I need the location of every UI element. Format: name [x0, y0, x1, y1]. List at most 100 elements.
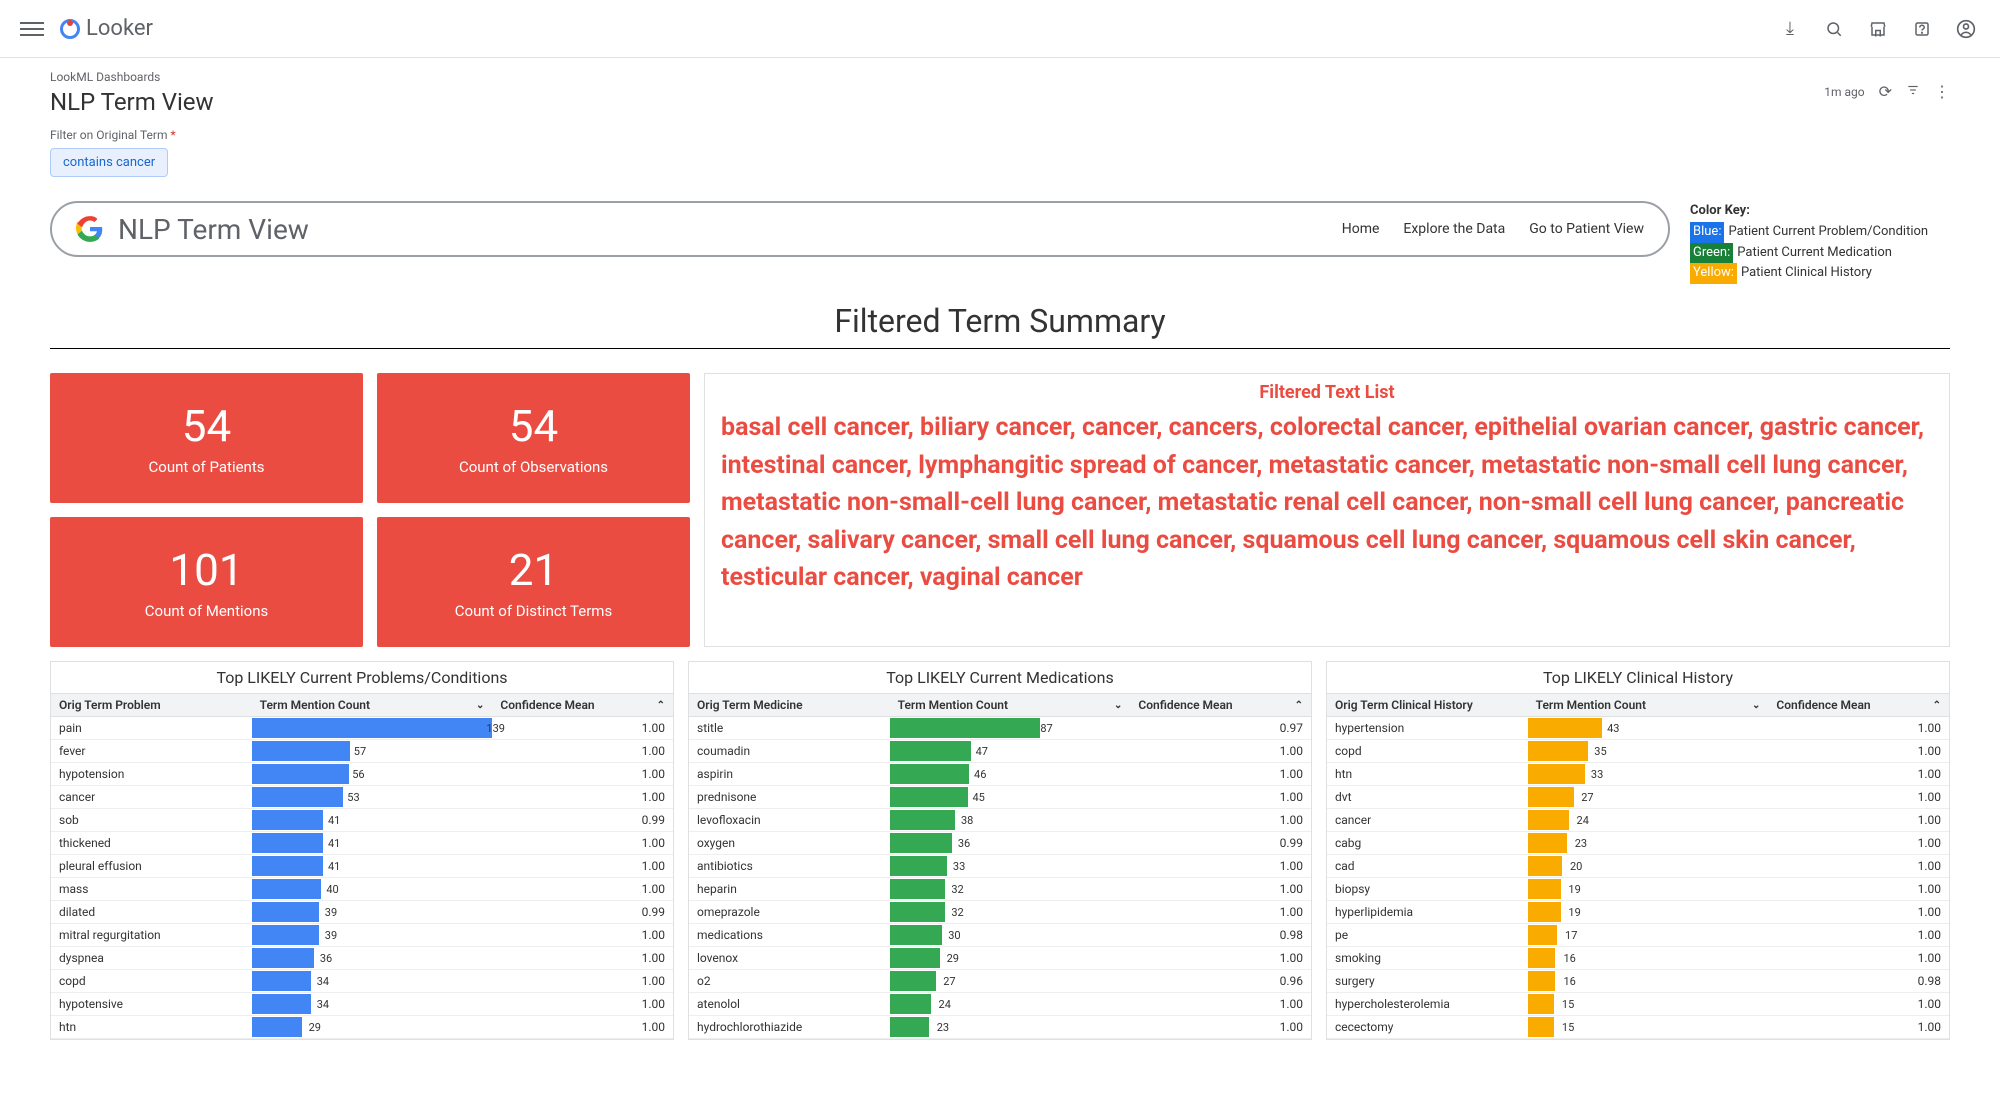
kpi-label: Count of Distinct Terms — [455, 602, 612, 620]
table-row[interactable]: copd351.00 — [1327, 740, 1949, 763]
title-pill: NLP Term View Home Explore the Data Go t… — [50, 201, 1670, 257]
color-key-title: Color Key: — [1690, 201, 1950, 222]
breadcrumb[interactable]: LookML Dashboards — [50, 70, 1824, 84]
help-icon[interactable] — [1908, 15, 1936, 43]
table-row[interactable]: cabg231.00 — [1327, 832, 1949, 855]
cell-conf: 1.00 — [1130, 809, 1311, 831]
table-row[interactable]: dyspnea361.00 — [51, 947, 673, 970]
col-term[interactable]: Orig Term Clinical History — [1327, 694, 1528, 716]
table-row[interactable]: o2270.96 — [689, 970, 1311, 993]
table-row[interactable]: htn331.00 — [1327, 763, 1949, 786]
table-row[interactable]: heparin321.00 — [689, 878, 1311, 901]
link-home[interactable]: Home — [1342, 221, 1380, 237]
table-row[interactable]: medications300.98 — [689, 924, 1311, 947]
col-count[interactable]: Term Mention Count⌄ — [1528, 694, 1769, 716]
table-row[interactable]: thickened411.00 — [51, 832, 673, 855]
nav-links: Home Explore the Data Go to Patient View — [1342, 221, 1644, 237]
table-row[interactable]: sob410.99 — [51, 809, 673, 832]
cell-conf: 1.00 — [492, 924, 673, 946]
table-problems: Top LIKELY Current Problems/ConditionsOr… — [50, 661, 674, 1040]
cell-term: htn — [1327, 763, 1528, 785]
kpi-mentions[interactable]: 101 Count of Mentions — [50, 517, 363, 647]
table-row[interactable]: biopsy191.00 — [1327, 878, 1949, 901]
cell-bar: 17 — [1528, 924, 1769, 946]
table-row[interactable]: cad201.00 — [1327, 855, 1949, 878]
table-row[interactable]: pe171.00 — [1327, 924, 1949, 947]
table-row[interactable]: smoking161.00 — [1327, 947, 1949, 970]
col-term[interactable]: Orig Term Problem — [51, 694, 252, 716]
table-row[interactable]: atenolol241.00 — [689, 993, 1311, 1016]
table-row[interactable]: prednisone451.00 — [689, 786, 1311, 809]
chevron-up-icon: ⌃ — [1933, 700, 1941, 711]
cell-bar: 32 — [890, 878, 1131, 900]
table-row[interactable]: htn291.00 — [51, 1016, 673, 1039]
filter-label: Filter on Original Term * — [50, 128, 1950, 142]
filter-icon[interactable] — [1906, 82, 1920, 101]
cell-conf: 1.00 — [1768, 717, 1949, 739]
kebab-icon[interactable]: ⋮ — [1934, 82, 1950, 101]
kpi-observations[interactable]: 54 Count of Observations — [377, 373, 690, 503]
cell-conf: 1.00 — [492, 763, 673, 785]
table-row[interactable]: cancer241.00 — [1327, 809, 1949, 832]
marketplace-icon[interactable] — [1864, 15, 1892, 43]
table-row[interactable]: cancer531.00 — [51, 786, 673, 809]
link-explore[interactable]: Explore the Data — [1403, 221, 1505, 237]
table-row[interactable]: hypotension561.00 — [51, 763, 673, 786]
cell-bar: 47 — [890, 740, 1131, 762]
table-row[interactable]: dvt271.00 — [1327, 786, 1949, 809]
table-row[interactable]: lovenox291.00 — [689, 947, 1311, 970]
google-icon — [76, 215, 104, 243]
table-row[interactable]: stitle870.97 — [689, 717, 1311, 740]
table-row[interactable]: hypercholesterolemia151.00 — [1327, 993, 1949, 1016]
col-count[interactable]: Term Mention Count⌄ — [890, 694, 1131, 716]
table-row[interactable]: oxygen360.99 — [689, 832, 1311, 855]
table-row[interactable]: aspirin461.00 — [689, 763, 1311, 786]
link-patient[interactable]: Go to Patient View — [1529, 221, 1644, 237]
cell-term: cancer — [51, 786, 252, 808]
cell-term: antibiotics — [689, 855, 890, 877]
table-row[interactable]: hyperlipidemia191.00 — [1327, 901, 1949, 924]
logo[interactable]: Looker — [60, 16, 153, 41]
cell-conf: 0.98 — [1130, 924, 1311, 946]
download-icon[interactable]: ⤓ — [1776, 15, 1804, 43]
search-icon[interactable] — [1820, 15, 1848, 43]
dashboard-header: LookML Dashboards NLP Term View 1m ago ⟳… — [0, 58, 2000, 124]
table-row[interactable]: pain1391.00 — [51, 717, 673, 740]
table-row[interactable]: hypertension431.00 — [1327, 717, 1949, 740]
table-row[interactable]: coumadin471.00 — [689, 740, 1311, 763]
ck-blue-text: Patient Current Problem/Condition — [1728, 222, 1928, 243]
cell-bar: 33 — [890, 855, 1131, 877]
table-row[interactable]: antibiotics331.00 — [689, 855, 1311, 878]
table-row[interactable]: mass401.00 — [51, 878, 673, 901]
table-row[interactable]: fever571.00 — [51, 740, 673, 763]
table-row[interactable]: pleural effusion411.00 — [51, 855, 673, 878]
cell-bar: 38 — [890, 809, 1131, 831]
table-row[interactable]: omeprazole321.00 — [689, 901, 1311, 924]
table-row[interactable]: hypotensive341.00 — [51, 993, 673, 1016]
kpi-value: 54 — [182, 400, 231, 452]
table-row[interactable]: cecectomy151.00 — [1327, 1016, 1949, 1039]
col-conf[interactable]: Confidence Mean⌃ — [1768, 694, 1949, 716]
table-row[interactable]: hydrochlorothiazide231.00 — [689, 1016, 1311, 1039]
filter-chip[interactable]: contains cancer — [50, 148, 168, 177]
table-row[interactable]: surgery160.98 — [1327, 970, 1949, 993]
section-title: Filtered Term Summary — [50, 302, 1950, 340]
table-row[interactable]: mitral regurgitation391.00 — [51, 924, 673, 947]
menu-icon[interactable] — [20, 17, 44, 41]
cell-term: hypertension — [1327, 717, 1528, 739]
table-row[interactable]: levofloxacin381.00 — [689, 809, 1311, 832]
col-conf[interactable]: Confidence Mean⌃ — [492, 694, 673, 716]
col-count[interactable]: Term Mention Count⌄ — [252, 694, 493, 716]
table-row[interactable]: dilated390.99 — [51, 901, 673, 924]
ck-yellow-text: Patient Clinical History — [1741, 263, 1872, 284]
cell-bar: 30 — [890, 924, 1131, 946]
table-row[interactable]: copd341.00 — [51, 970, 673, 993]
col-term[interactable]: Orig Term Medicine — [689, 694, 890, 716]
cell-conf: 1.00 — [1768, 809, 1949, 831]
kpi-patients[interactable]: 54 Count of Patients — [50, 373, 363, 503]
col-conf[interactable]: Confidence Mean⌃ — [1130, 694, 1311, 716]
user-icon[interactable] — [1952, 15, 1980, 43]
cell-conf: 0.96 — [1130, 970, 1311, 992]
refresh-icon[interactable]: ⟳ — [1879, 82, 1892, 101]
kpi-distinct[interactable]: 21 Count of Distinct Terms — [377, 517, 690, 647]
